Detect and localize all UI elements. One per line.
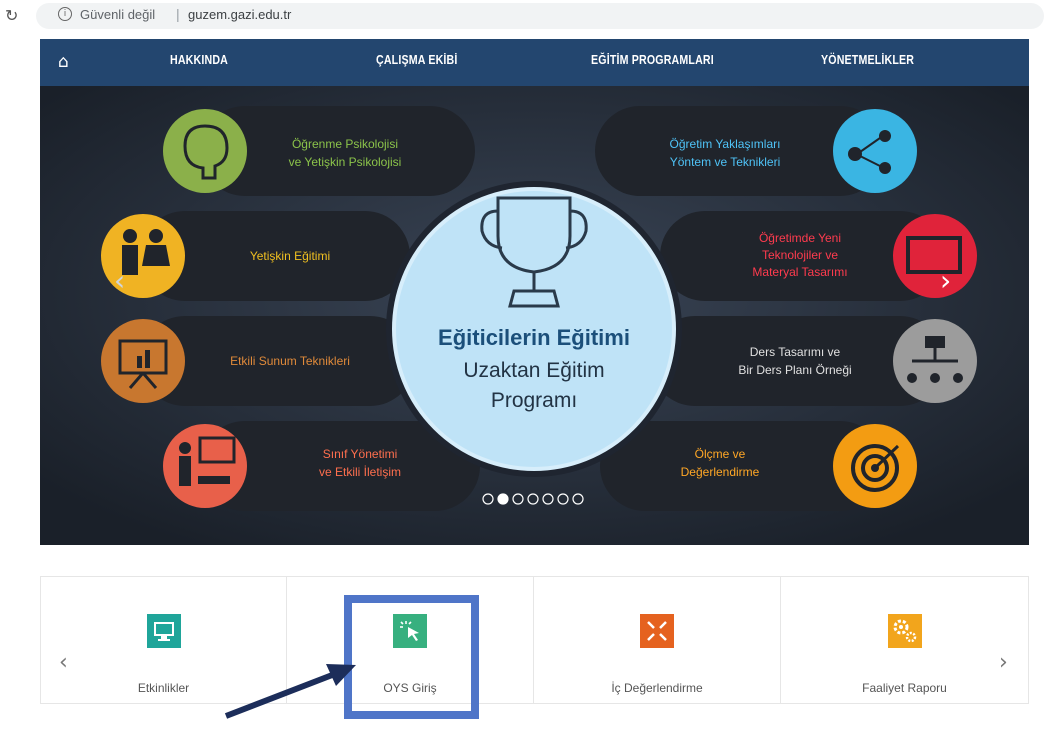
slide-label: Ölçme ve [695,447,746,461]
home-icon[interactable]: ⌂ [58,52,69,72]
main-nav: ⌂ HAKKINDA ÇALIŞMA EKİBİ EĞİTİM PROGRAML… [40,39,1029,86]
highlight-box [344,595,479,719]
nav-yonetmelikler[interactable]: YÖNETMELİKLER [821,53,914,67]
url-separator: | [176,6,180,22]
center-badge: Eğiticilerin Eğitimi Uzaktan Eğitim Prog… [386,181,682,477]
quick-links: ‹ Etkinlikler OYS Giriş İç Değerlendirme… [40,576,1029,705]
nav-hakkinda[interactable]: HAKKINDA [170,53,228,67]
slide-label: Sınıf Yönetimi [323,447,397,461]
slide-label: Etkili Sunum Teknikleri [230,354,350,368]
tile-label: Faaliyet Raporu [862,681,947,695]
slide-item-right-1: Öğretim Yaklaşımları Yöntem ve Teknikler… [595,106,917,196]
url-text[interactable]: guzem.gazi.edu.tr [188,7,291,22]
slider-prev-icon[interactable]: ‹ [114,264,125,297]
slider-dot[interactable] [497,493,509,505]
slide-label: Öğretimde Yeni [759,231,841,245]
tile-faaliyet-raporu[interactable]: Faaliyet Raporu › [780,576,1029,704]
slide-label: Öğretim Yaklaşımları [670,137,781,151]
carousel-next-icon[interactable]: › [999,650,1008,675]
nav-calisma-ekibi[interactable]: ÇALIŞMA EKİBİ [376,53,458,67]
monitor-icon [146,614,181,648]
share-icon [833,109,917,193]
monitor-icon [893,214,977,298]
nav-egitim-programlari[interactable]: EĞİTİM PROGRAMLARI [591,53,714,67]
slide-item-right-4: Ölçme ve Değerlendirme [600,421,917,511]
center-title: Eğiticilerin Eğitimi [438,325,630,350]
address-bar: ↻ i Güvenli değil | guzem.gazi.edu.tr [0,0,1048,32]
slide-label: Öğrenme Psikolojisi [292,137,398,151]
slide-label: ve Etkili İletişim [319,465,401,479]
slide-item-left-1: Öğrenme Psikolojisi ve Yetişkin Psikoloj… [163,106,475,196]
brain-icon [163,109,247,193]
slide-item-right-3: Ders Tasarımı ve Bir Ders Planı Örneği [650,316,977,406]
tile-etkinlikler[interactable]: ‹ Etkinlikler [40,576,287,704]
tile-label: İç Değerlendirme [611,681,703,695]
info-icon[interactable]: i [58,7,72,21]
banner-slider: Öğrenme Psikolojisi ve Yetişkin Psikoloj… [40,86,1029,545]
slide-item-left-3: Etkili Sunum Teknikleri [101,316,415,406]
slide-label: Materyal Tasarımı [752,265,847,279]
slide-label: ve Yetişkin Psikolojisi [289,155,402,169]
slide-label: Teknolojiler ve [762,248,838,262]
slide-label: Yetişkin Eğitimi [250,249,330,263]
slide-item-right-2: Öğretimde Yeni Teknolojiler ve Materyal … [660,211,977,301]
slider-next-icon[interactable]: › [940,264,951,297]
tile-label: Etkinlikler [137,681,190,695]
slide-label: Ders Tasarımı ve [750,345,841,359]
collapse-icon [640,614,674,648]
reload-icon[interactable]: ↻ [5,6,18,25]
center-subtitle-2: Programı [491,389,577,412]
tile-ic-degerlendirme[interactable]: İç Değerlendirme [533,576,781,704]
slide-label: Değerlendirme [681,465,760,479]
slide-label: Yöntem ve Teknikleri [670,155,781,169]
slide-item-left-2: Yetişkin Eğitimi [101,211,410,301]
center-subtitle-1: Uzaktan Eğitim [463,359,604,382]
security-status: Güvenli değil [80,7,156,22]
slide-label: Bir Ders Planı Örneği [738,363,851,377]
carousel-prev-icon[interactable]: ‹ [59,650,68,675]
presentation-icon [101,319,185,403]
gears-icon [887,614,922,648]
